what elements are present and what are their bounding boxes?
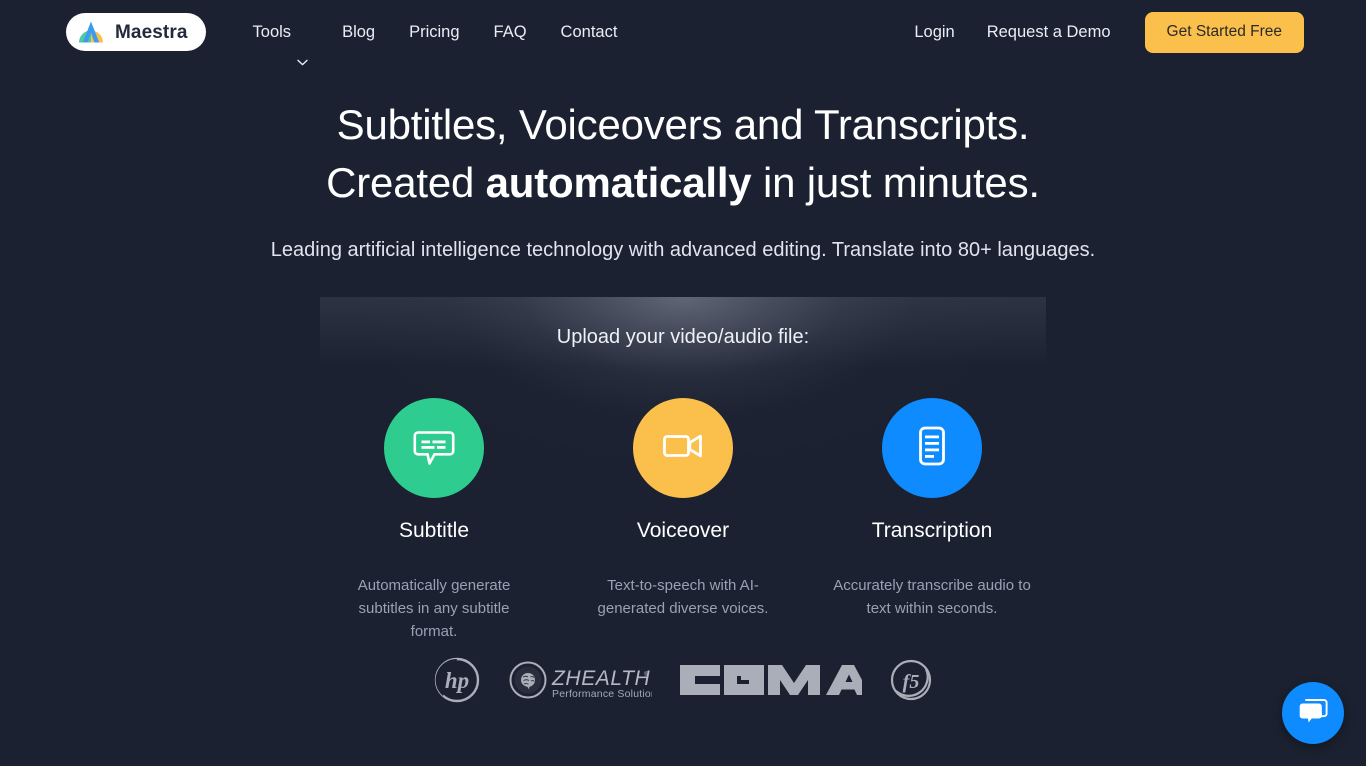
hero-section: Subtitles, Voiceovers and Transcripts. C… [0,96,1366,264]
subtitle-icon-circle[interactable] [384,398,484,498]
request-demo-link[interactable]: Request a Demo [971,0,1127,64]
upload-panel-title: Upload your video/audio file: [556,326,810,348]
bottom-strip [0,740,1366,766]
hp-logo-icon: hp [434,657,480,703]
upload-option-transcription-description: Accurately transcribe audio to text with… [833,577,1031,617]
primary-nav: Tools Blog Pricing FAQ Contact [236,0,635,65]
page-root: Maestra Tools Blog Pricing FAQ Contact L… [0,0,1366,766]
svg-text:ZHEALTH: ZHEALTH [551,667,651,690]
client-logo-zhealth: ZHEALTH ® Performance Solutions [508,658,652,702]
svg-text:Performance Solutions: Performance Solutions [552,688,652,700]
video-camera-icon [660,423,706,474]
headline-line-1: Subtitles, Voiceovers and Transcripts. [336,101,1030,148]
cgma-logo-icon [680,665,862,695]
header-right-group: Login Request a Demo Get Started Free [898,0,1304,64]
chat-widget-button[interactable] [1282,682,1344,744]
brand-logo[interactable]: Maestra [66,13,206,51]
nav-item-tools-label: Tools [252,23,292,41]
subtitle-bubble-icon [411,423,457,474]
client-logo-hp: hp [434,657,480,703]
chevron-down-icon [297,29,308,65]
svg-text:hp: hp [445,668,469,693]
login-link[interactable]: Login [898,0,970,64]
get-started-free-button[interactable]: Get Started Free [1144,11,1304,53]
nav-item-blog[interactable]: Blog [325,0,392,64]
site-header: Maestra Tools Blog Pricing FAQ Contact L… [0,0,1366,65]
upload-options-list: Subtitle Automatically generate subtitle… [320,398,1046,643]
maestra-m-logo-icon [76,17,106,47]
nav-item-faq[interactable]: FAQ [477,0,544,64]
upload-option-voiceover-label: Voiceover [636,519,730,542]
page-title: Subtitles, Voiceovers and Transcripts. C… [0,96,1366,212]
upload-option-subtitle-description: Automatically generate subtitles in any … [357,577,511,640]
client-logo-bar: hp ZHEALTH ® Performance Solutions f5 [0,655,1366,705]
client-logo-f5: f5 [890,659,932,701]
upload-option-voiceover-description: Text-to-speech with AI-generated diverse… [597,577,769,617]
client-logo-cgma [680,655,862,705]
voiceover-icon-circle[interactable] [633,398,733,498]
transcription-icon-circle[interactable] [882,398,982,498]
headline-line-2-post: in just minutes. [751,159,1040,206]
upload-option-subtitle-label: Subtitle [398,519,470,542]
nav-item-contact[interactable]: Contact [544,0,635,64]
hero-subheadline: Leading artificial intelligence technolo… [270,239,1096,261]
upload-option-voiceover[interactable]: Voiceover Text-to-speech with AI-generat… [573,398,793,643]
nav-item-tools[interactable]: Tools [236,0,326,65]
headline-emphasis: automatically [485,159,752,206]
f5-logo-icon: f5 [890,659,932,701]
upload-option-transcription-label: Transcription [871,519,993,542]
upload-panel: Upload your video/audio file: Subtitle A… [320,297,1046,643]
zhealth-logo-icon: ZHEALTH ® Performance Solutions [509,661,652,700]
svg-text:f5: f5 [903,671,920,693]
header-left-group: Maestra Tools Blog Pricing FAQ Contact [66,0,635,65]
brand-name: Maestra [115,21,188,43]
headline-line-2-pre: Created [326,159,486,206]
nav-item-pricing[interactable]: Pricing [392,0,476,64]
upload-option-transcription[interactable]: Transcription Accurately transcribe audi… [822,398,1042,643]
svg-text:®: ® [644,671,649,678]
chat-bubbles-icon [1297,695,1329,732]
document-lines-icon [909,423,955,474]
upload-option-subtitle[interactable]: Subtitle Automatically generate subtitle… [324,398,544,643]
